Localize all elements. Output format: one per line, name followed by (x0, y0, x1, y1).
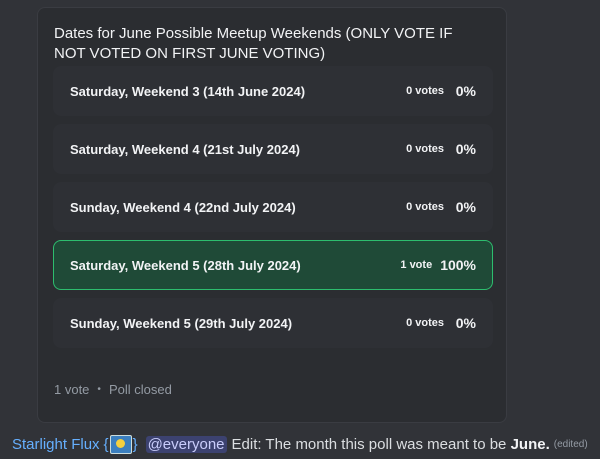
message-author[interactable]: Starlight Flux (12, 436, 100, 453)
poll-total-votes[interactable]: 1 vote (54, 382, 89, 397)
poll-option-percent: 0% (455, 141, 476, 157)
poll-option-percent: 100% (440, 257, 476, 273)
poll-option-votes: 0 votes (406, 317, 444, 329)
poll-option-label: Saturday, Weekend 3 (14th June 2024) (70, 83, 306, 99)
poll-card: Dates for June Possible Meetup Weekends … (37, 7, 507, 423)
poll-option-label: Saturday, Weekend 4 (21st July 2024) (70, 141, 301, 157)
poll-option-votes: 0 votes (406, 85, 444, 97)
poll-option[interactable]: Sunday, Weekend 5 (29th July 2024) 0 vot… (53, 298, 493, 348)
picture-badge-icon (109, 435, 132, 454)
poll-footer-separator: • (97, 384, 101, 395)
chat-message: Starlight Flux { } @everyone Edit: The m… (12, 435, 588, 454)
poll-option-label: Saturday, Weekend 5 (28th July 2024) (70, 257, 301, 273)
poll-option-percent: 0% (455, 315, 476, 331)
everyone-mention[interactable]: @everyone (145, 436, 227, 453)
author-tag-brace-close: } (132, 436, 138, 453)
poll-footer: 1 vote • Poll closed (54, 382, 172, 397)
poll-question: Dates for June Possible Meetup Weekends … (54, 25, 453, 62)
poll-option-votes: 0 votes (406, 201, 444, 213)
poll-option[interactable]: Saturday, Weekend 4 (21st July 2024) 0 v… (53, 124, 493, 174)
poll-option-votes: 0 votes (406, 143, 444, 155)
poll-option-percent: 0% (455, 199, 476, 215)
poll-option-percent: 0% (455, 83, 476, 99)
message-text-before: Edit: The month this poll was meant to b… (231, 436, 507, 453)
poll-option-votes: 1 vote (400, 259, 433, 271)
poll-option-winner[interactable]: Saturday, Weekend 5 (28th July 2024) 1 v… (53, 240, 493, 290)
message-text: Edit: The month this poll was meant to b… (232, 436, 550, 453)
poll-option[interactable]: Sunday, Weekend 4 (22nd July 2024) 0 vot… (53, 182, 493, 232)
message-text-bold: June (510, 436, 546, 453)
poll-option-label: Sunday, Weekend 4 (22nd July 2024) (70, 199, 296, 215)
edited-indicator: (edited) (553, 439, 588, 450)
message-text-after: . (545, 436, 550, 453)
poll-options: Saturday, Weekend 3 (14th June 2024) 0 v… (53, 66, 493, 356)
poll-option-label: Sunday, Weekend 5 (29th July 2024) (70, 315, 293, 331)
author-tag-brace-open: { (103, 436, 109, 453)
poll-status: Poll closed (108, 382, 172, 397)
poll-option[interactable]: Saturday, Weekend 3 (14th June 2024) 0 v… (53, 66, 493, 116)
